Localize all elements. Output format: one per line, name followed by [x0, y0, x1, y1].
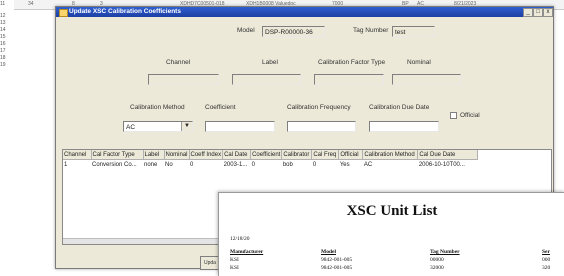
report-header-model: Model: [321, 249, 336, 255]
grid-cell: Conversion Co...: [92, 161, 137, 168]
row-number: 14: [0, 27, 6, 33]
column-header[interactable]: Channel: [63, 150, 92, 160]
row-number: 13: [0, 20, 6, 26]
calibration-due-date-label: Calibration Due Date: [369, 104, 430, 111]
row-number: 19: [0, 62, 6, 68]
nominal-field[interactable]: [392, 74, 461, 85]
column-header[interactable]: Cal Due Date: [417, 150, 479, 160]
column-header[interactable]: Calibrator: [281, 150, 313, 160]
app-icon: [59, 9, 68, 17]
calibration-factor-type-label: Calibration Factor Type: [318, 59, 386, 66]
unit-list-report: XSC Unit List 12/18/20 Manufacturer Mode…: [218, 192, 564, 276]
row-number: 16: [0, 41, 6, 47]
report-cell: KSI: [230, 257, 239, 263]
report-header-serial: Ser: [542, 249, 550, 255]
report-cell: 9842-001-005: [321, 257, 353, 263]
calibration-method-label: Calibration Method: [130, 104, 185, 111]
maximize-button[interactable]: □: [533, 8, 543, 17]
report-cell: 00000: [430, 257, 444, 263]
report-cell: 320: [542, 265, 551, 271]
nominal-label: Nominal: [407, 59, 431, 66]
label-label: Label: [262, 59, 278, 66]
report-date: 12/18/20: [230, 236, 250, 242]
report-cell: 32000: [430, 265, 444, 271]
dialog-title: Update XSC Calibration Coefficients: [69, 8, 181, 15]
row-number: 12: [0, 13, 6, 19]
tag-number-field[interactable]: test: [392, 26, 435, 37]
minimize-button[interactable]: _: [523, 8, 533, 17]
grid-cell: 0: [190, 161, 194, 168]
label-field[interactable]: [232, 74, 301, 85]
calibration-factor-type-field[interactable]: [314, 74, 384, 85]
report-header-manufacturer: Manufacturer: [230, 249, 264, 255]
column-header[interactable]: Coefficient: [250, 150, 283, 160]
chevron-down-icon[interactable]: ▼: [181, 122, 192, 131]
column-header[interactable]: Official: [338, 150, 364, 160]
grid-cell: bob: [282, 161, 293, 168]
column-header[interactable]: Coeff Index: [189, 150, 224, 160]
grid-cell: AC: [363, 161, 373, 168]
grid-cell: No: [165, 161, 173, 168]
grid-cell: 0: [251, 161, 255, 168]
column-header[interactable]: Calibration Method: [362, 150, 419, 160]
grid-cell: 2003-1...: [223, 161, 248, 168]
report-cell: 000: [542, 257, 551, 263]
report-title: XSC Unit List: [346, 203, 438, 219]
coefficient-label: Coefficient: [205, 104, 236, 111]
coefficient-input[interactable]: [205, 121, 275, 132]
grid-cell: 1: [64, 161, 68, 168]
row-number: 15: [0, 34, 6, 40]
grid-cell: Yes: [339, 161, 350, 168]
channel-label: Channel: [166, 59, 191, 66]
calibration-due-date-input[interactable]: [369, 121, 439, 132]
table-row[interactable]: 1 Conversion Co... none No 0 2003-1... 0…: [63, 160, 478, 170]
column-header[interactable]: Cal Factor Type: [91, 150, 144, 160]
calibration-method-value: AC: [126, 124, 136, 131]
column-header[interactable]: Cal Freq: [311, 150, 340, 160]
model-label: Model: [237, 27, 255, 34]
tag-number-label: Tag Number: [353, 27, 389, 34]
grid-cell: 2006-10-10T00...: [418, 161, 465, 168]
report-cell: 9842-001-005: [321, 265, 353, 271]
report-header-tag-number: Tag Number: [430, 249, 460, 255]
grid-cell: none: [144, 161, 158, 168]
channel-field[interactable]: [148, 74, 219, 85]
model-field[interactable]: DSP-R00000-36: [262, 26, 325, 37]
calibration-method-combo[interactable]: AC ▼: [123, 121, 193, 132]
close-button[interactable]: x: [543, 8, 553, 17]
grid-header-row: Channel Cal Factor Type Label Nominal Co…: [63, 150, 479, 160]
column-header[interactable]: Label: [143, 150, 165, 160]
column-header[interactable]: Nominal: [164, 150, 190, 160]
dialog-titlebar[interactable]: Update XSC Calibration Coefficients _ □ …: [56, 7, 553, 17]
column-header[interactable]: Cal Date: [222, 150, 252, 160]
calibration-frequency-input[interactable]: [287, 121, 356, 132]
calibration-frequency-label: Calibration Frequency: [287, 104, 351, 111]
row-number: 11: [0, 1, 6, 7]
report-cell: KSI: [230, 265, 239, 271]
official-checkbox[interactable]: [450, 112, 457, 119]
grid-cell: 0: [312, 161, 317, 168]
update-button[interactable]: Upda: [200, 256, 220, 270]
row-number: 17: [0, 48, 6, 54]
row-number: 18: [0, 55, 6, 61]
official-label: Official: [460, 112, 480, 119]
sheet-cell: 34: [28, 1, 34, 7]
